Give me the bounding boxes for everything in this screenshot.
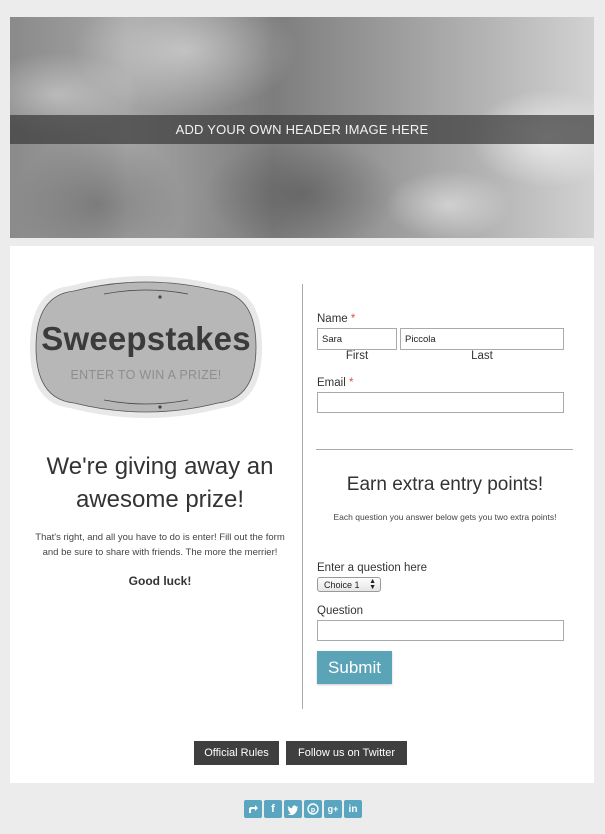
- promo-body: That's right, and all you have to do is …: [35, 532, 285, 558]
- header-banner-text: ADD YOUR OWN HEADER IMAGE HERE: [175, 122, 429, 137]
- first-name-input[interactable]: [317, 328, 397, 350]
- follow-twitter-button[interactable]: Follow us on Twitter: [286, 741, 407, 765]
- extra-points-subtitle: Each question you answer below gets you …: [333, 512, 557, 522]
- last-name-input[interactable]: [400, 328, 564, 350]
- required-mark: *: [350, 313, 356, 325]
- badge-subtitle: ENTER TO WIN A PRIZE!: [70, 368, 222, 382]
- question1-label: Enter a question here: [317, 562, 427, 574]
- official-rules-button[interactable]: Official Rules: [194, 741, 279, 765]
- pinterest-icon[interactable]: p: [304, 800, 322, 818]
- header-image: ADD YOUR OWN HEADER IMAGE HERE: [10, 17, 594, 238]
- question1-selected-value: Choice 1: [324, 579, 360, 590]
- last-name-sublabel: Last: [471, 350, 493, 362]
- header-banner: ADD YOUR OWN HEADER IMAGE HERE: [10, 115, 594, 144]
- promo-headline: We're giving away an awesome prize!: [46, 453, 274, 513]
- share-bar: f p g+ in: [244, 800, 362, 818]
- horizontal-divider: [316, 449, 573, 450]
- extra-points-title: Earn extra entry points!: [346, 474, 544, 495]
- linkedin-icon[interactable]: in: [344, 800, 362, 818]
- share-icon[interactable]: [244, 800, 262, 818]
- email-input[interactable]: [317, 392, 564, 413]
- main-card: Sweepstakes ENTER TO WIN A PRIZE! We're …: [10, 246, 594, 783]
- email-label: Email *: [317, 377, 354, 389]
- question2-label: Question: [317, 605, 364, 617]
- vertical-divider: [302, 284, 303, 709]
- name-label: Name *: [317, 313, 356, 325]
- submit-button[interactable]: Submit: [317, 651, 392, 684]
- first-name-sublabel: First: [345, 350, 369, 362]
- twitter-icon[interactable]: [284, 800, 302, 818]
- sweepstakes-badge: Sweepstakes ENTER TO WIN A PRIZE!: [30, 272, 262, 422]
- svg-text:p: p: [311, 807, 315, 814]
- question1-select[interactable]: Choice 1 ▲ ▼: [317, 577, 381, 592]
- select-arrows-icon: ▲ ▼: [369, 578, 376, 591]
- promo-closing: Good luck!: [128, 574, 192, 588]
- google-plus-icon[interactable]: g+: [324, 800, 342, 818]
- badge-title: Sweepstakes: [41, 320, 251, 357]
- facebook-icon[interactable]: f: [264, 800, 282, 818]
- question2-input[interactable]: [317, 620, 564, 641]
- required-mark: *: [348, 377, 354, 389]
